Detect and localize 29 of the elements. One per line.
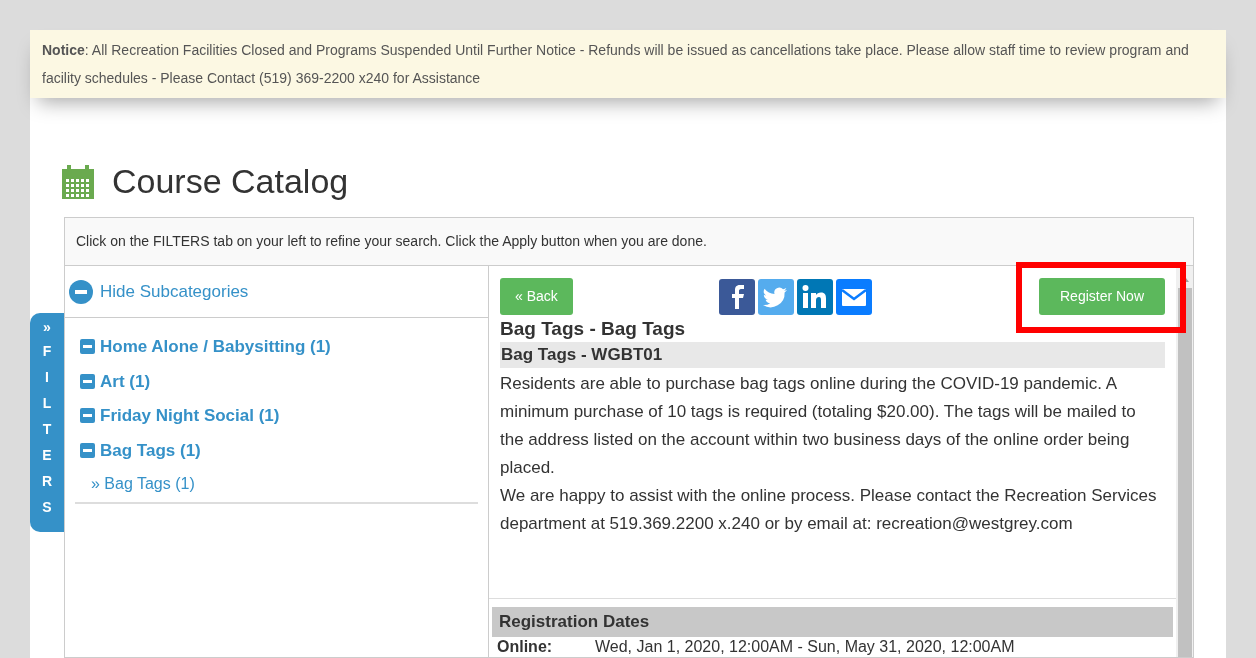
facebook-icon[interactable] xyxy=(718,278,755,315)
minus-icon xyxy=(80,339,95,355)
course-title: Bag Tags - Bag Tags xyxy=(500,317,687,341)
date-value: Wed, Jan 1, 2020, 12:00AM - Sun, May 31, 2020, 12:00AM xyxy=(595,637,1015,657)
back-button[interactable]: « Back xyxy=(500,278,573,315)
filters-tab[interactable]: » FILTERS xyxy=(30,313,64,532)
registration-heading: Registration Dates xyxy=(492,607,1173,637)
scrollbar-thumb[interactable] xyxy=(1177,288,1192,657)
minus-icon xyxy=(80,442,95,458)
category-link[interactable]: Home Alone / Babysitting (1) xyxy=(75,334,478,360)
minus-icon xyxy=(80,373,95,389)
minus-circle-icon xyxy=(69,279,93,304)
date-label: Online: xyxy=(497,637,554,657)
mail-icon[interactable] xyxy=(835,278,872,315)
instructions-text: Click on the FILTERS tab on your left to refine your search. Click the Apply button when you are done. xyxy=(65,218,1193,266)
hide-subcategories-link[interactable]: Hide Subcategories xyxy=(69,278,249,305)
notice-banner: Notice: All Recreation Facilities Closed and Programs Suspended Until Further Notice - Refunds will be issued as cancellations take place. Please allow staff time to review program and facility schedules - Please Contact (519) 369-2200 x240 for Assistance xyxy=(30,30,1226,98)
category-link[interactable]: Art (1) xyxy=(75,368,478,394)
calendar-icon xyxy=(62,164,94,199)
subcategory-link[interactable]: » Bag Tags (1) xyxy=(75,472,478,496)
register-button[interactable]: Register Now xyxy=(1039,278,1165,315)
course-code-heading: Bag Tags - WGBT01 xyxy=(500,342,1165,368)
minus-icon xyxy=(80,408,95,424)
description-paragraph: Residents are able to purchase bag tags online during the COVID-19 pandemic. A minimum purchase of 10 tags is required (totaling $20.00). The tags will be mailed to the address listed on the account within two business days of the online order being placed. xyxy=(500,373,1137,479)
category-link[interactable]: Friday Night Social (1) xyxy=(75,403,478,429)
page-title: Course Catalog xyxy=(112,161,349,202)
category-link[interactable]: Bag Tags (1) xyxy=(75,437,478,463)
description-paragraph: We are happy to assist with the online process. Please contact the Recreation Services department at 519.369.2200 x.240 or by email at: recreation@westgrey.com xyxy=(500,485,1158,535)
linkedin-icon[interactable] xyxy=(796,278,833,315)
